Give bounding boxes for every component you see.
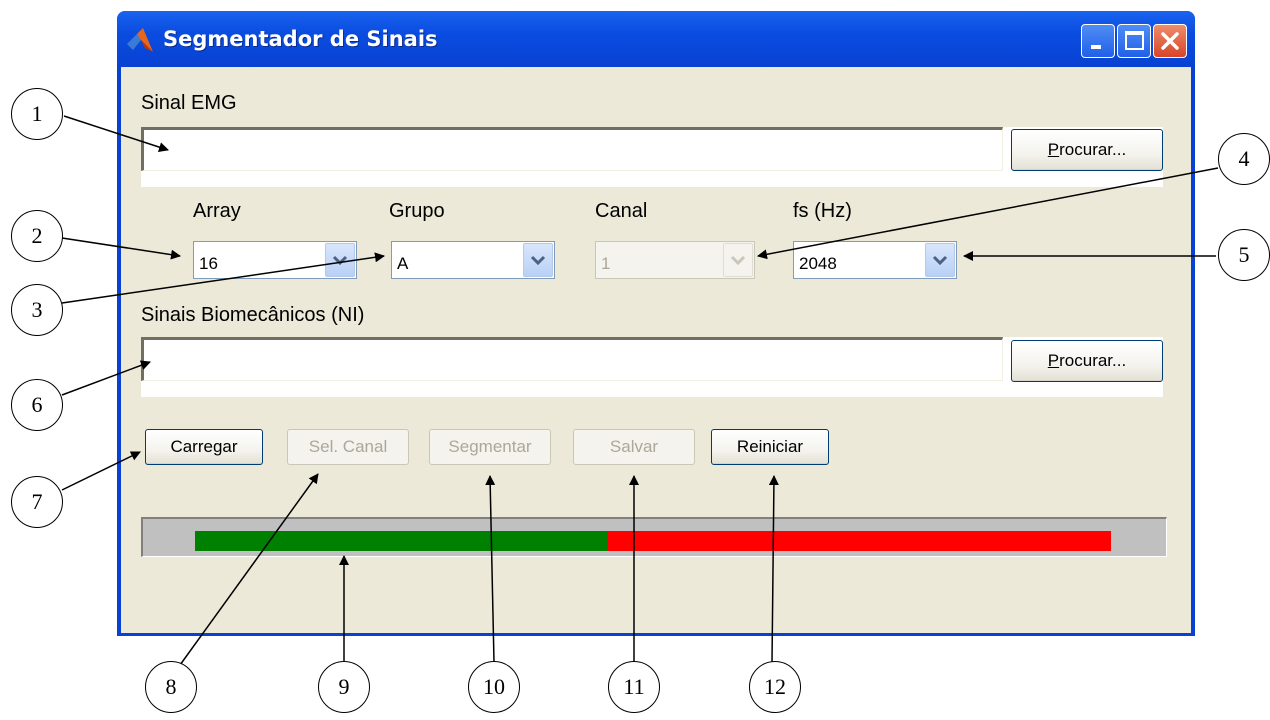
callout-arrows [61, 115, 1219, 666]
callout-10: 10 [468, 661, 520, 713]
callout-6: 6 [11, 379, 63, 431]
callout-12: 12 [749, 661, 801, 713]
callout-8: 8 [145, 661, 197, 713]
callout-7: 7 [11, 476, 63, 528]
callout-11: 11 [608, 661, 660, 713]
callout-4: 4 [1218, 133, 1270, 185]
callout-1: 1 [11, 88, 63, 140]
callout-2: 2 [11, 210, 63, 262]
callout-3: 3 [11, 284, 63, 336]
callout-9: 9 [318, 661, 370, 713]
callout-5: 5 [1218, 229, 1270, 281]
